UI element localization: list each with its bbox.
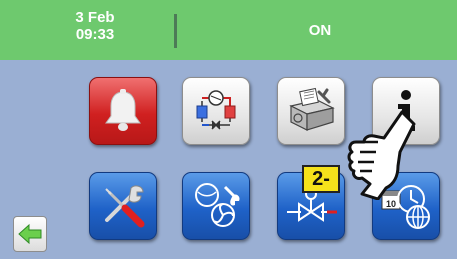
alarm-bell-button[interactable]	[89, 77, 157, 145]
service-tools-button[interactable]	[89, 172, 157, 240]
time-text: 09:33	[75, 26, 115, 43]
unit-status: ON	[308, 22, 332, 39]
header-divider	[174, 14, 177, 48]
bell-icon	[105, 89, 141, 131]
refrigeration-circuit-icon	[196, 90, 236, 130]
refrigeration-circuit-button[interactable]	[182, 77, 250, 145]
compressor-fan-wrench-icon	[195, 183, 240, 227]
arrow-left-icon	[18, 223, 42, 245]
pointing-hand-icon	[347, 110, 416, 200]
date-text: 3 Feb	[75, 9, 115, 26]
back-button[interactable]	[13, 216, 47, 252]
status-header: 3 Feb 09:33 ON	[0, 0, 457, 60]
screwdriver-wrench-icon	[105, 185, 145, 228]
svg-text:10: 10	[386, 199, 396, 209]
datetime-display: 3 Feb 09:33	[55, 9, 135, 43]
compressor-fan-service-button[interactable]	[182, 172, 250, 240]
